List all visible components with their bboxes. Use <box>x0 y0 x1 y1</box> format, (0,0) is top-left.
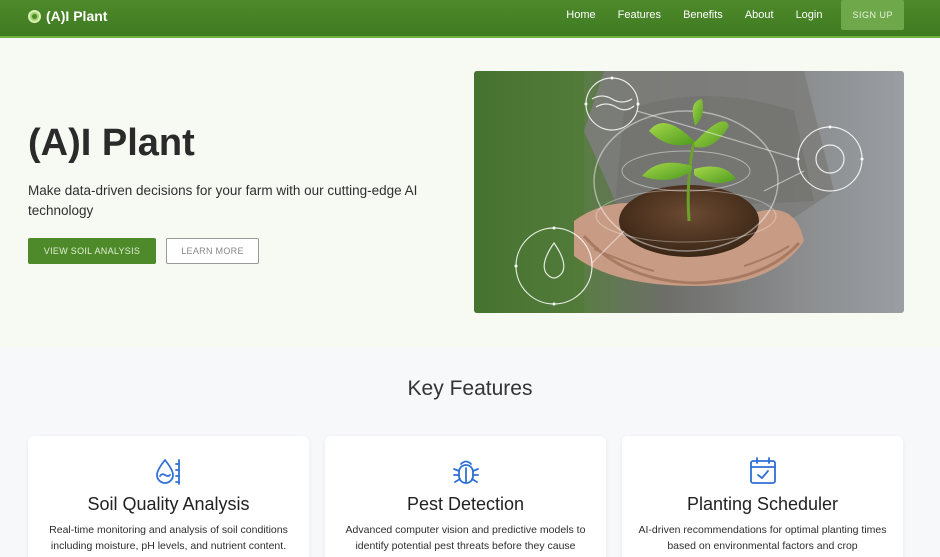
feature-description: AI-driven recommendations for optimal pl… <box>638 524 887 552</box>
hero-section: (A)I Plant Make data-driven decisions fo… <box>0 40 940 347</box>
signup-button[interactable]: SIGN UP <box>841 0 904 30</box>
feature-card-soil: Soil Quality Analysis Real-time monitori… <box>28 436 309 557</box>
hero-subtitle: Make data-driven decisions for your farm… <box>28 183 418 218</box>
hero-title: (A)I Plant <box>28 122 195 164</box>
nav-links: Home Features Benefits About Login SIGN … <box>544 0 904 30</box>
nav-features[interactable]: Features <box>618 9 661 21</box>
nav-home[interactable]: Home <box>566 9 595 21</box>
feature-title: Planting Scheduler <box>686 494 839 514</box>
feature-description: Real-time monitoring and analysis of soi… <box>49 524 288 552</box>
hero-image <box>474 71 904 313</box>
plant-logo-icon <box>28 9 41 23</box>
bug-icon <box>451 456 481 486</box>
water-drop-sensor-icon <box>154 456 184 486</box>
nav-benefits[interactable]: Benefits <box>683 9 723 21</box>
calendar-check-icon <box>748 456 778 486</box>
feature-description: Advanced computer vision and predictive … <box>345 524 586 552</box>
nav-login[interactable]: Login <box>796 9 823 21</box>
learn-more-button[interactable]: LEARN MORE <box>166 238 259 264</box>
nav-about[interactable]: About <box>745 9 774 21</box>
brand-name: (A)I Plant <box>46 8 108 24</box>
feature-title: Pest Detection <box>406 494 525 514</box>
feature-card-pest: Pest Detection Advanced computer vision … <box>325 436 606 557</box>
feature-card-scheduler: Planting Scheduler AI-driven recommendat… <box>622 436 903 557</box>
view-soil-analysis-button[interactable]: VIEW SOIL ANALYSIS <box>28 238 156 264</box>
navbar: (A)I Plant Home Features Benefits About … <box>0 0 940 38</box>
feature-title: Soil Quality Analysis <box>87 494 250 514</box>
brand-link[interactable]: (A)I Plant <box>28 8 107 24</box>
features-heading: Key Features <box>407 377 533 400</box>
